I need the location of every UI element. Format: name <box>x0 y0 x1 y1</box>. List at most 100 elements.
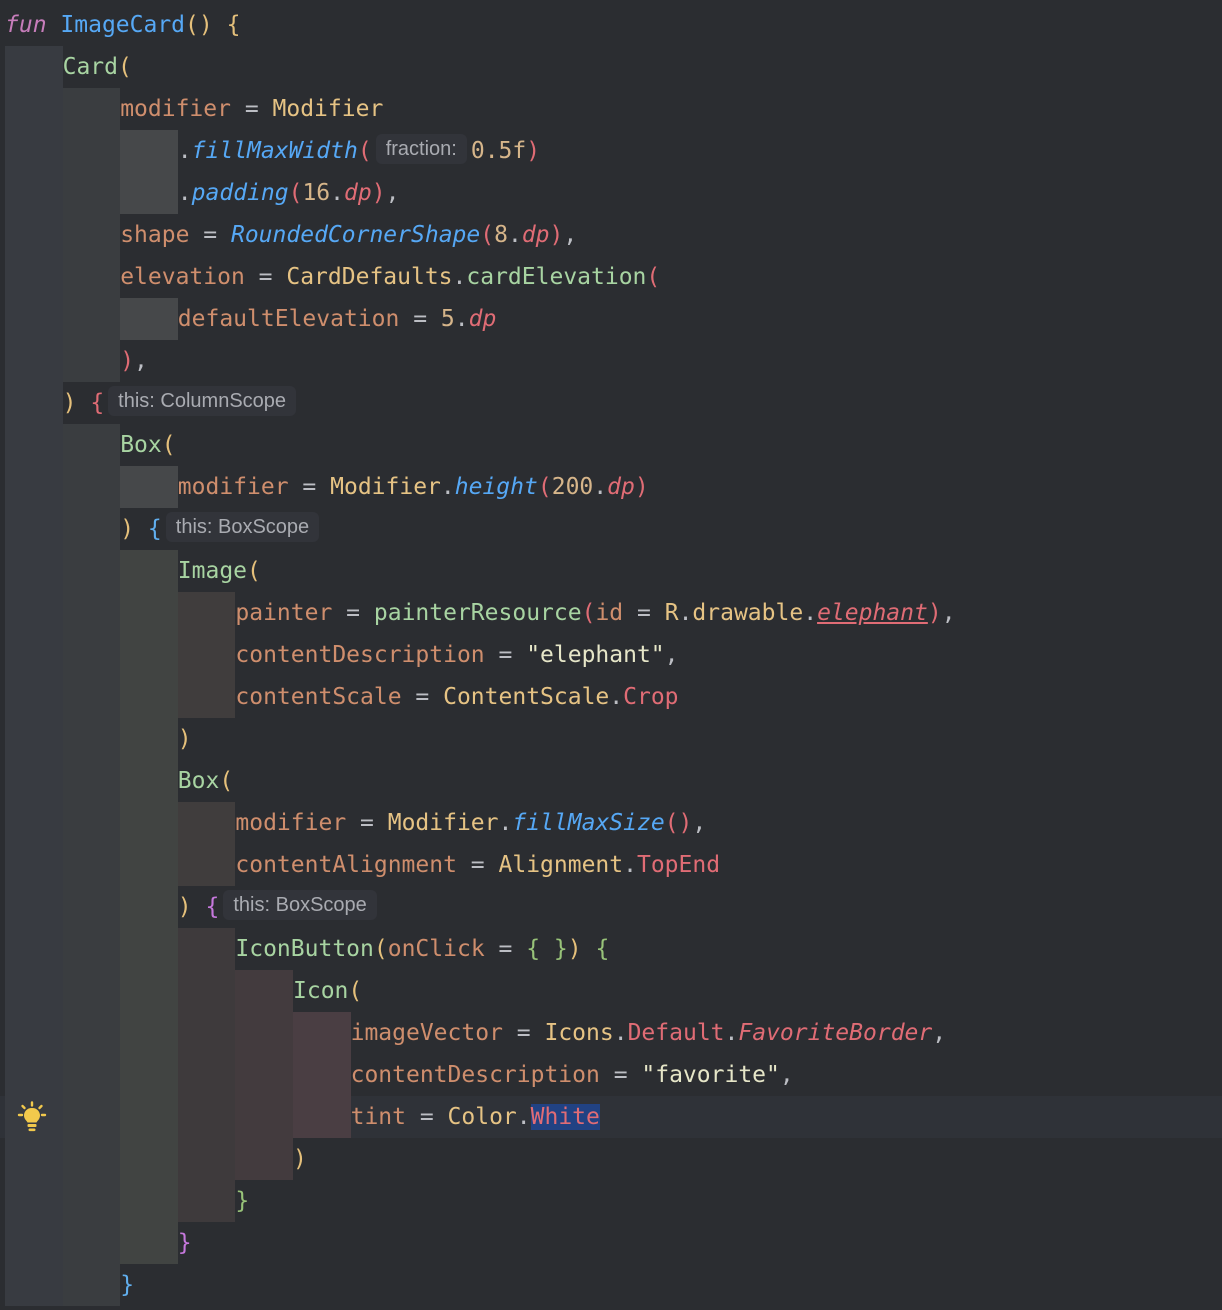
code-line[interactable]: Image( <box>0 550 1222 592</box>
code-line[interactable]: Card( <box>0 46 1222 88</box>
code-text: ), <box>120 340 148 382</box>
code-line[interactable]: imageVector = Icons.Default.FavoriteBord… <box>0 1012 1222 1054</box>
code-text: } <box>178 1222 192 1264</box>
code-token: { <box>205 894 220 920</box>
code-line[interactable]: .padding(16.dp), <box>0 172 1222 214</box>
code-token: modifier <box>120 96 231 122</box>
code-line[interactable]: ) {this: BoxScope <box>0 886 1222 928</box>
code-text: .padding(16.dp), <box>178 172 400 214</box>
code-line[interactable]: ) <box>0 718 1222 760</box>
code-line[interactable]: contentDescription = "elephant", <box>0 634 1222 676</box>
code-token: RoundedCornerShape <box>230 222 481 248</box>
inlay-hint: this: BoxScope <box>165 512 320 542</box>
code-line[interactable]: IconButton(onClick = { }) { <box>0 928 1222 970</box>
code-line[interactable]: } <box>0 1264 1222 1306</box>
code-token: dp <box>521 222 550 248</box>
code-token: ( <box>357 138 372 164</box>
code-line[interactable]: } <box>0 1180 1222 1222</box>
code-token: , <box>134 348 148 374</box>
code-text: modifier = Modifier.height(200.dp) <box>178 466 649 508</box>
code-line[interactable]: .fillMaxWidth(fraction: 0.5f) <box>0 130 1222 172</box>
code-token: Box <box>120 432 162 458</box>
code-token: { } <box>526 936 568 962</box>
code-token: = <box>346 810 388 836</box>
code-token: height <box>454 474 538 500</box>
code-token: dp <box>607 474 635 500</box>
code-line[interactable]: painter = painterResource(id = R.drawabl… <box>0 592 1222 634</box>
code-token: Modifier <box>387 810 499 836</box>
code-line[interactable]: elevation = CardDefaults.cardElevation( <box>0 256 1222 298</box>
code-text: modifier = Modifier.fillMaxSize(), <box>235 802 706 844</box>
code-token: White <box>530 1104 600 1130</box>
code-text: Image( <box>178 550 261 592</box>
code-token: ( <box>161 432 176 458</box>
code-token: = <box>623 600 665 626</box>
code-token: . <box>613 1020 628 1046</box>
code-line[interactable]: modifier = Modifier.height(200.dp) <box>0 466 1222 508</box>
code-token: ) <box>293 1146 307 1172</box>
code-line[interactable]: Box( <box>0 760 1222 802</box>
code-text: ) {this: BoxScope <box>120 508 323 550</box>
code-line-current[interactable]: tint = Color.White <box>0 1096 1222 1138</box>
code-token: drawable <box>692 600 804 626</box>
code-token: = <box>502 1020 545 1046</box>
code-token: = <box>230 96 273 122</box>
code-line[interactable]: modifier = Modifier.fillMaxSize(), <box>0 802 1222 844</box>
code-token: elevation <box>120 264 245 290</box>
code-token: , <box>664 642 679 668</box>
code-line[interactable]: Box( <box>0 424 1222 466</box>
code-line[interactable]: fun ImageCard() { <box>0 4 1222 46</box>
code-token: ( <box>581 600 596 626</box>
code-line[interactable]: defaultElevation = 5.dp <box>0 298 1222 340</box>
code-editor[interactable]: fun ImageCard() {Card(modifier = Modifie… <box>0 0 1222 1310</box>
code-line[interactable]: ) {this: BoxScope <box>0 508 1222 550</box>
code-line[interactable]: ), <box>0 340 1222 382</box>
code-line[interactable]: contentDescription = "favorite", <box>0 1054 1222 1096</box>
code-token: . <box>516 1104 531 1130</box>
code-token: . <box>440 474 455 500</box>
code-token: modifier <box>177 474 289 500</box>
code-token: () <box>185 12 213 38</box>
code-text: ) {this: ColumnScope <box>63 382 300 424</box>
code-line[interactable]: Icon( <box>0 970 1222 1012</box>
code-line[interactable]: shape = RoundedCornerShape(8.dp), <box>0 214 1222 256</box>
code-line[interactable]: } <box>0 1222 1222 1264</box>
code-line[interactable]: contentAlignment = Alignment.TopEnd <box>0 844 1222 886</box>
code-line[interactable]: modifier = Modifier <box>0 88 1222 130</box>
code-token: , <box>941 600 956 626</box>
code-token: , <box>932 1020 947 1046</box>
code-token: Card <box>62 54 118 80</box>
code-text: modifier = Modifier <box>120 88 383 130</box>
code-token: contentDescription <box>235 642 485 668</box>
code-token: . <box>724 1020 739 1046</box>
code-token: , <box>563 222 578 248</box>
code-token: . <box>177 180 192 206</box>
code-token: = <box>189 222 231 248</box>
code-token: Box <box>177 768 220 794</box>
code-token: Icon <box>293 978 349 1004</box>
code-token: 5 <box>440 306 455 332</box>
code-text: contentDescription = "favorite", <box>351 1054 794 1096</box>
inlay-hint: this: ColumnScope <box>108 386 297 416</box>
code-token: ( <box>646 264 661 290</box>
code-token: dp <box>468 306 497 332</box>
inlay-hint: fraction: <box>375 134 467 164</box>
code-token: contentDescription <box>350 1062 600 1088</box>
code-token: R <box>664 600 679 626</box>
code-text: ) <box>178 718 192 760</box>
code-token: contentAlignment <box>235 852 457 878</box>
code-token: dp <box>344 180 372 206</box>
code-token: shape <box>120 222 190 248</box>
code-token: ( <box>288 180 303 206</box>
code-token: ) <box>62 390 77 416</box>
code-text: } <box>235 1180 249 1222</box>
code-token: . <box>330 180 345 206</box>
code-line[interactable]: ) {this: ColumnScope <box>0 382 1222 424</box>
code-text: ) {this: BoxScope <box>178 886 381 928</box>
code-line[interactable]: ) <box>0 1138 1222 1180</box>
code-line[interactable]: contentScale = ContentScale.Crop <box>0 676 1222 718</box>
code-token: FavoriteBorder <box>738 1020 933 1046</box>
lightbulb-icon[interactable] <box>15 1101 49 1135</box>
